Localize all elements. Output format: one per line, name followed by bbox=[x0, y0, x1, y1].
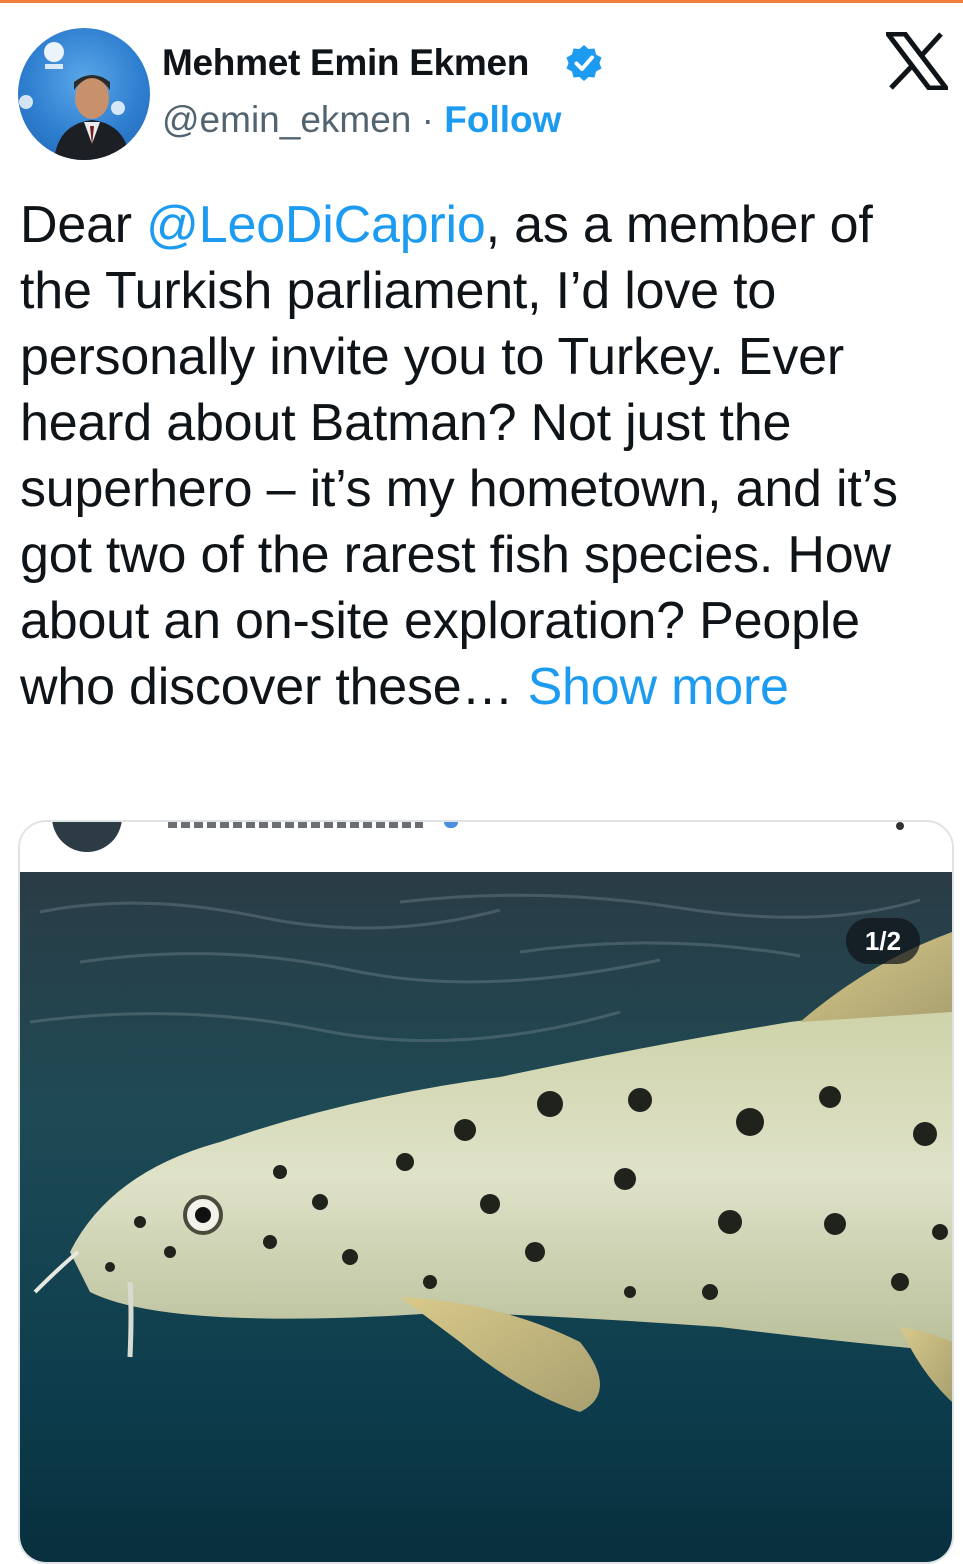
embedded-post-header bbox=[20, 822, 952, 872]
author-handle[interactable]: @emin_ekmen bbox=[162, 99, 411, 140]
x-logo-icon[interactable] bbox=[886, 32, 948, 90]
fish-photo[interactable] bbox=[20, 872, 952, 1562]
show-more-link[interactable]: Show more bbox=[528, 658, 789, 716]
embedded-avatar bbox=[52, 822, 122, 852]
author-avatar[interactable] bbox=[18, 28, 150, 160]
author-display-name[interactable]: Mehmet Emin Ekmen bbox=[162, 42, 529, 84]
mention-link[interactable]: @LeoDiCaprio bbox=[146, 196, 486, 254]
follow-button[interactable]: Follow bbox=[444, 99, 561, 140]
handle-separator: · bbox=[421, 99, 434, 140]
verified-badge-icon bbox=[566, 45, 602, 81]
top-status-strip bbox=[0, 0, 963, 3]
embedded-verified-icon bbox=[444, 822, 458, 828]
tweet-text-body: , as a member of the Turkish parliament,… bbox=[20, 196, 898, 716]
tweet-text-prefix: Dear bbox=[20, 196, 147, 254]
media-counter-badge: 1/2 bbox=[846, 918, 920, 964]
embedded-more-icon bbox=[896, 822, 904, 830]
media-card[interactable]: 1/2 bbox=[18, 820, 954, 1564]
tweet-text: Dear @LeoDiCaprio, as a member of the Tu… bbox=[20, 192, 950, 720]
author-handle-line: @emin_ekmen · Follow bbox=[162, 99, 561, 141]
embedded-username bbox=[168, 822, 423, 828]
